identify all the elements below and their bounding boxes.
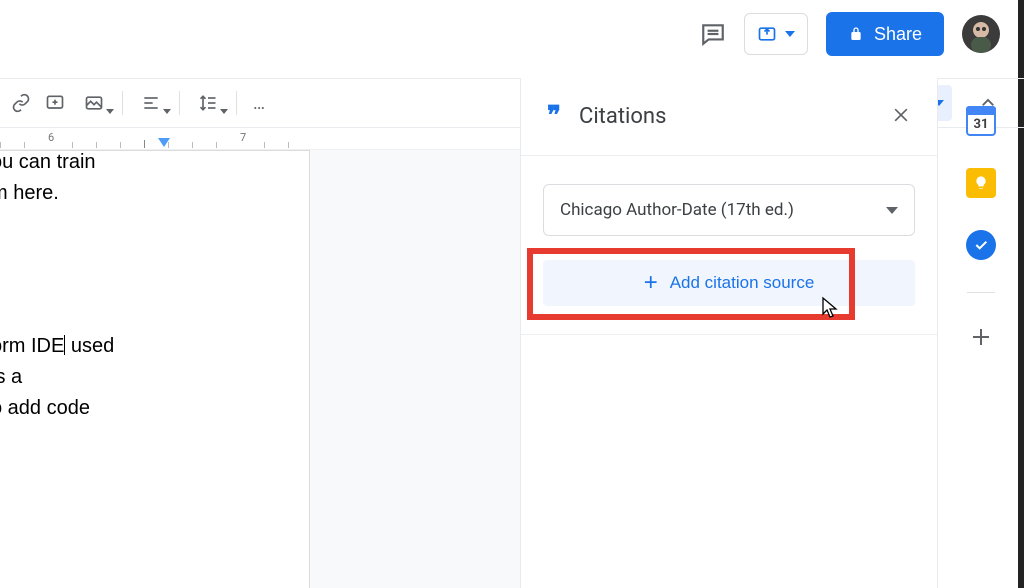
keep-addon-button[interactable] (966, 168, 996, 198)
rail-separator (967, 292, 995, 293)
chevron-down-icon (220, 109, 228, 114)
app-header: Share (0, 0, 1018, 68)
citations-header: ❞ Citations (521, 78, 937, 156)
ruler-tick: 6 (48, 131, 54, 144)
insert-image-button[interactable] (72, 86, 116, 120)
toolbar-separator (236, 91, 237, 115)
comment-icon (700, 21, 726, 47)
citation-style-select[interactable]: Chicago Author-Date (17th ed.) (543, 184, 915, 236)
avatar-image (962, 15, 1000, 53)
toolbar-separator (179, 91, 180, 115)
get-addons-button[interactable] (969, 325, 993, 349)
citations-panel: ❞ Citations Chicago Author-Date (17th ed… (520, 78, 938, 588)
line-spacing-button[interactable] (186, 86, 230, 120)
calendar-addon-button[interactable]: 31 (966, 106, 996, 136)
document-page[interactable]: ou can train m here. orm IDE used is a o… (0, 150, 310, 588)
align-button[interactable] (129, 86, 173, 120)
add-comment-button[interactable] (38, 86, 72, 120)
add-citation-source-label: Add citation source (670, 273, 815, 293)
chevron-down-icon (106, 109, 114, 114)
indent-marker[interactable] (158, 138, 170, 147)
lightbulb-icon (973, 175, 989, 191)
close-panel-button[interactable] (891, 105, 911, 129)
add-citation-source-button[interactable]: + Add citation source (543, 260, 915, 306)
toolbar-separator (122, 91, 123, 115)
tasks-addon-button[interactable] (966, 230, 996, 260)
paragraph: orm IDE used is a o add code (0, 331, 269, 424)
chevron-down-icon (163, 109, 171, 114)
ruler-tick: 7 (240, 131, 246, 144)
document-area: 6 7 ou can train m here. orm IDE used is… (0, 128, 520, 588)
citations-title: Citations (579, 104, 873, 129)
present-button[interactable] (744, 13, 808, 55)
lock-icon (848, 26, 864, 42)
check-icon (973, 237, 989, 253)
paragraph: ou can train m here. (0, 147, 269, 209)
share-button[interactable]: Share (826, 12, 944, 56)
plus-icon: + (644, 269, 658, 297)
more-tools-button[interactable]: … (243, 86, 277, 120)
share-label: Share (874, 24, 922, 45)
quote-icon: ❞ (547, 109, 561, 125)
chevron-down-icon (785, 31, 795, 37)
citations-body: Chicago Author-Date (17th ed.) + Add cit… (521, 156, 937, 335)
insert-link-button[interactable] (4, 86, 38, 120)
calendar-day-label: 31 (974, 117, 989, 132)
chevron-down-icon (886, 207, 898, 214)
present-icon (757, 24, 777, 44)
open-comments-button[interactable] (700, 21, 726, 47)
account-avatar[interactable] (962, 15, 1000, 53)
side-rail: 31 (938, 78, 1024, 588)
citation-style-value: Chicago Author-Date (17th ed.) (560, 200, 794, 220)
more-icon: … (253, 93, 267, 114)
